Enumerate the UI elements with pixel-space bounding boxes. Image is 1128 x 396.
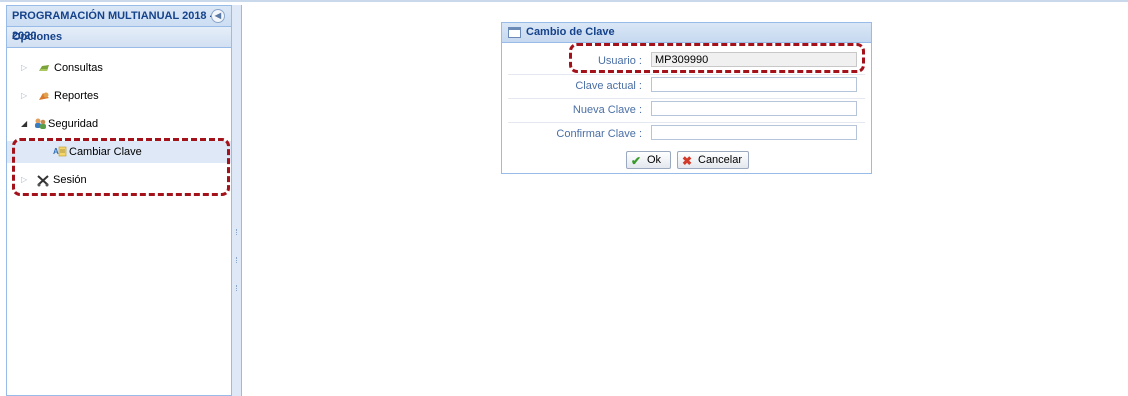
collapse-panel-icon[interactable]: ◀ <box>211 9 225 23</box>
options-panel: PROGRAMACIÓN MULTIANUAL 2018 - 2020 ◀ Op… <box>6 5 232 396</box>
expand-arrow-icon[interactable]: ▷ <box>21 57 27 79</box>
ok-button-label: Ok <box>647 154 662 166</box>
clave-actual-label: Clave actual : <box>575 80 642 92</box>
cross-icon: ✖ <box>682 154 693 168</box>
dialog-title: Cambio de Clave <box>526 26 615 38</box>
tree-item-reportes[interactable]: ▷ Reportes <box>7 85 231 107</box>
security-users-icon <box>35 118 46 129</box>
splitter-grip <box>236 285 238 291</box>
top-border <box>0 0 1128 2</box>
expand-arrow-icon[interactable]: ▷ <box>21 85 27 107</box>
confirmar-clave-label: Confirmar Clave : <box>556 128 642 140</box>
tree-item-seguridad[interactable]: ◢ Seguridad <box>7 113 231 135</box>
nueva-clave-row: Nueva Clave : <box>508 98 865 121</box>
folder-green-icon <box>39 65 49 71</box>
confirmar-clave-field[interactable] <box>651 125 857 140</box>
clave-actual-field[interactable] <box>651 77 857 92</box>
nueva-clave-label: Nueva Clave : <box>572 104 642 116</box>
collapse-arrow-icon[interactable]: ◢ <box>21 113 27 135</box>
panel-splitter[interactable] <box>232 5 242 396</box>
highlight-annotation <box>569 43 865 73</box>
clave-actual-row: Clave actual : <box>508 74 865 97</box>
cancel-button-label: Cancelar <box>698 154 743 166</box>
tree-item-consultas[interactable]: ▷ Consultas <box>7 57 231 79</box>
tree-item-label: Seguridad <box>48 118 99 130</box>
tree-item-label: Consultas <box>54 62 103 74</box>
report-icon <box>39 92 49 100</box>
options-header: Opciones <box>7 27 231 48</box>
splitter-grip <box>236 257 238 263</box>
tree-item-label: Reportes <box>54 90 99 102</box>
ok-button[interactable]: ✔ Ok <box>626 151 671 169</box>
nueva-clave-field[interactable] <box>651 101 857 116</box>
highlight-annotation <box>12 138 230 196</box>
window-icon <box>508 27 521 38</box>
splitter-grip <box>236 229 238 235</box>
confirmar-clave-row: Confirmar Clave : <box>508 122 865 145</box>
dialog-title-bar: Cambio de Clave <box>502 23 871 43</box>
checkmark-icon: ✔ <box>631 154 642 168</box>
cancel-button[interactable]: ✖ Cancelar <box>677 151 749 169</box>
app-title-bar: PROGRAMACIÓN MULTIANUAL 2018 - 2020 ◀ <box>7 6 231 42</box>
